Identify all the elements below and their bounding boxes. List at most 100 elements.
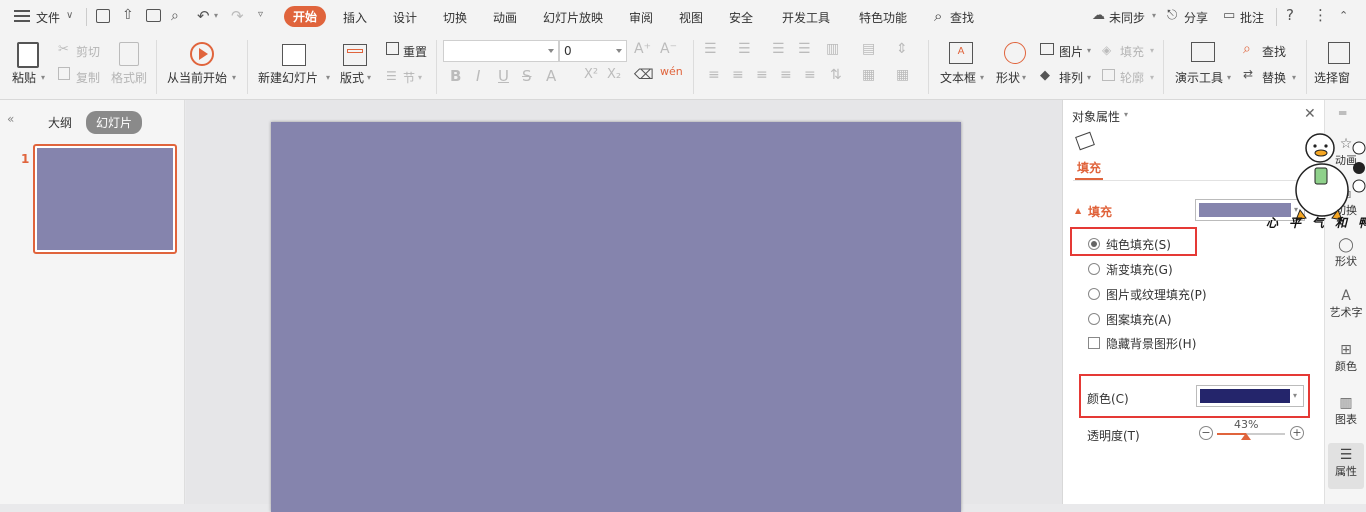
number-list-icon[interactable]: ☰ <box>738 41 751 57</box>
picture-icon[interactable] <box>1040 43 1054 55</box>
copy-icon[interactable] <box>58 67 70 80</box>
tab-developer[interactable]: 开发工具 <box>782 9 830 26</box>
search-icon[interactable]: ⌕ <box>1243 41 1251 57</box>
scissors-icon[interactable]: ✂ <box>58 42 69 57</box>
layout-icon[interactable] <box>343 44 367 66</box>
slide-canvas[interactable] <box>271 122 961 512</box>
plus-icon[interactable]: + <box>1290 426 1304 440</box>
bold-icon[interactable]: B <box>450 67 461 85</box>
export-icon[interactable]: ⇧ <box>122 7 134 23</box>
smartart-icon[interactable]: ▦ <box>862 67 875 83</box>
close-icon[interactable]: ✕ <box>1304 106 1316 122</box>
align-center-icon[interactable]: ≡ <box>732 67 744 83</box>
file-menu[interactable]: 文件 <box>36 9 60 26</box>
char-spacing-icon[interactable]: wén <box>660 65 683 78</box>
sidebar-item-shape[interactable]: ◯ 形状 <box>1325 237 1366 269</box>
chevron-down-icon[interactable]: ▾ <box>232 73 236 82</box>
collapse-ribbon-icon[interactable]: ⌃ <box>1339 9 1348 22</box>
replace-button[interactable]: 替换 <box>1262 69 1286 86</box>
chevron-down-icon[interactable]: ▾ <box>1150 73 1154 82</box>
new-slide-icon[interactable] <box>282 44 306 66</box>
share-icon[interactable]: ⎋ <box>1167 8 1177 23</box>
tab-home[interactable]: 开始 <box>284 6 327 27</box>
fill-section-title[interactable]: 填充 <box>1088 203 1112 220</box>
fill-bucket-icon[interactable] <box>1075 131 1095 151</box>
play-icon[interactable] <box>190 42 214 66</box>
presentation-tools-button[interactable]: 演示工具 <box>1175 69 1223 86</box>
distribute-icon[interactable]: ≡ <box>804 67 816 83</box>
sync-status[interactable]: 未同步 <box>1109 9 1145 26</box>
tab-special[interactable]: 特色功能 <box>859 9 907 26</box>
picture-button[interactable]: 图片 <box>1059 43 1083 60</box>
text-direction-icon[interactable]: ⇅ <box>830 67 842 83</box>
customize-chevron-icon[interactable]: ▿ <box>258 9 263 20</box>
new-slide-button[interactable]: 新建幻灯片 <box>258 69 318 86</box>
sidebar-item-wordart[interactable]: A 艺术字 <box>1325 288 1366 320</box>
sidebar-item-chart[interactable]: ▥ 图表 <box>1325 395 1366 427</box>
chevron-down-icon[interactable]: ▾ <box>1292 73 1296 82</box>
sidebar-collapse-icon[interactable]: ═ <box>1339 106 1346 120</box>
distribute-col-icon[interactable]: ▦ <box>896 67 909 83</box>
collapse-panel-icon[interactable]: « <box>7 112 14 126</box>
shape-button[interactable]: 形状 <box>996 69 1020 86</box>
underline-icon[interactable]: U <box>498 67 509 85</box>
font-color-icon[interactable]: A <box>546 67 556 85</box>
chevron-down-icon[interactable]: ▾ <box>418 73 422 82</box>
panel-title[interactable]: 对象属性 <box>1072 108 1120 125</box>
paste-button[interactable]: 粘贴 <box>12 69 36 86</box>
select-pane-icon[interactable] <box>1328 42 1350 64</box>
collapse-triangle-icon[interactable]: ▲ <box>1075 206 1081 215</box>
tab-slides[interactable]: 幻灯片 <box>86 111 143 134</box>
bullet-list-icon[interactable]: ☰ <box>704 41 717 57</box>
align-right-icon[interactable]: ≡ <box>756 67 768 83</box>
italic-icon[interactable]: I <box>476 67 480 85</box>
section-icon[interactable]: ☰ <box>386 69 397 83</box>
undo-icon[interactable]: ↶ <box>197 7 210 25</box>
presentation-tools-icon[interactable] <box>1191 42 1215 62</box>
chevron-down-icon[interactable]: ▾ <box>326 73 330 82</box>
justify-icon[interactable]: ≡ <box>780 67 792 83</box>
option-gradient-fill[interactable]: 渐变填充(G) <box>1106 261 1173 278</box>
replace-icon[interactable]: ⇄ <box>1243 67 1253 81</box>
indent-increase-icon[interactable]: ☰ <box>798 41 811 57</box>
slide-thumbnail[interactable] <box>33 144 177 254</box>
increase-font-icon[interactable]: A⁺ <box>634 41 651 57</box>
text-align-icon[interactable]: ▤ <box>862 41 875 57</box>
minus-icon[interactable]: − <box>1199 426 1213 440</box>
reset-button[interactable]: 重置 <box>403 43 427 60</box>
tab-slideshow[interactable]: 幻灯片放映 <box>543 9 603 26</box>
tab-insert[interactable]: 插入 <box>343 9 367 26</box>
transparency-slider[interactable] <box>1217 433 1285 440</box>
comment-icon[interactable]: ▭ <box>1223 8 1235 23</box>
fill-icon[interactable]: ◈ <box>1102 43 1111 57</box>
chevron-down-icon[interactable]: ▾ <box>41 73 45 82</box>
more-icon[interactable]: ⋮ <box>1313 6 1328 24</box>
radio-picture-fill[interactable] <box>1088 288 1100 300</box>
tab-fill[interactable]: 填充 <box>1077 159 1101 176</box>
tab-design[interactable]: 设计 <box>393 9 417 26</box>
eraser-icon[interactable]: ⌫ <box>634 67 654 83</box>
search-icon[interactable]: ⌕ <box>934 7 942 25</box>
tab-view[interactable]: 视图 <box>679 9 703 26</box>
shape-icon[interactable] <box>1004 42 1026 64</box>
chevron-down-icon[interactable]: ▾ <box>1124 110 1128 119</box>
sidebar-item-color[interactable]: ⊞ 颜色 <box>1325 342 1366 374</box>
option-picture-fill[interactable]: 图片或纹理填充(P) <box>1106 286 1207 303</box>
font-size-combo[interactable]: 0 <box>559 40 627 62</box>
textbox-icon[interactable]: A <box>949 42 973 64</box>
chevron-down-icon[interactable]: ▾ <box>980 73 984 82</box>
subscript-icon[interactable]: X₂ <box>607 67 621 82</box>
tab-security[interactable]: 安全 <box>729 9 753 26</box>
format-painter-icon[interactable] <box>119 42 139 66</box>
find-button[interactable]: 查找 <box>1262 43 1286 60</box>
chevron-down-icon[interactable]: ▾ <box>214 11 218 20</box>
help-icon[interactable]: ? <box>1286 6 1294 24</box>
arrange-icon[interactable]: ◆ <box>1040 68 1050 83</box>
chevron-down-icon[interactable]: ▾ <box>1087 73 1091 82</box>
hide-background-checkbox[interactable] <box>1088 337 1100 349</box>
superscript-icon[interactable]: X² <box>584 67 598 82</box>
play-from-current-button[interactable]: 从当前开始 <box>167 69 227 86</box>
option-pattern-fill[interactable]: 图案填充(A) <box>1106 311 1172 328</box>
chevron-down-icon[interactable]: ▾ <box>367 73 371 82</box>
chevron-down-icon[interactable]: ∨ <box>66 10 73 21</box>
